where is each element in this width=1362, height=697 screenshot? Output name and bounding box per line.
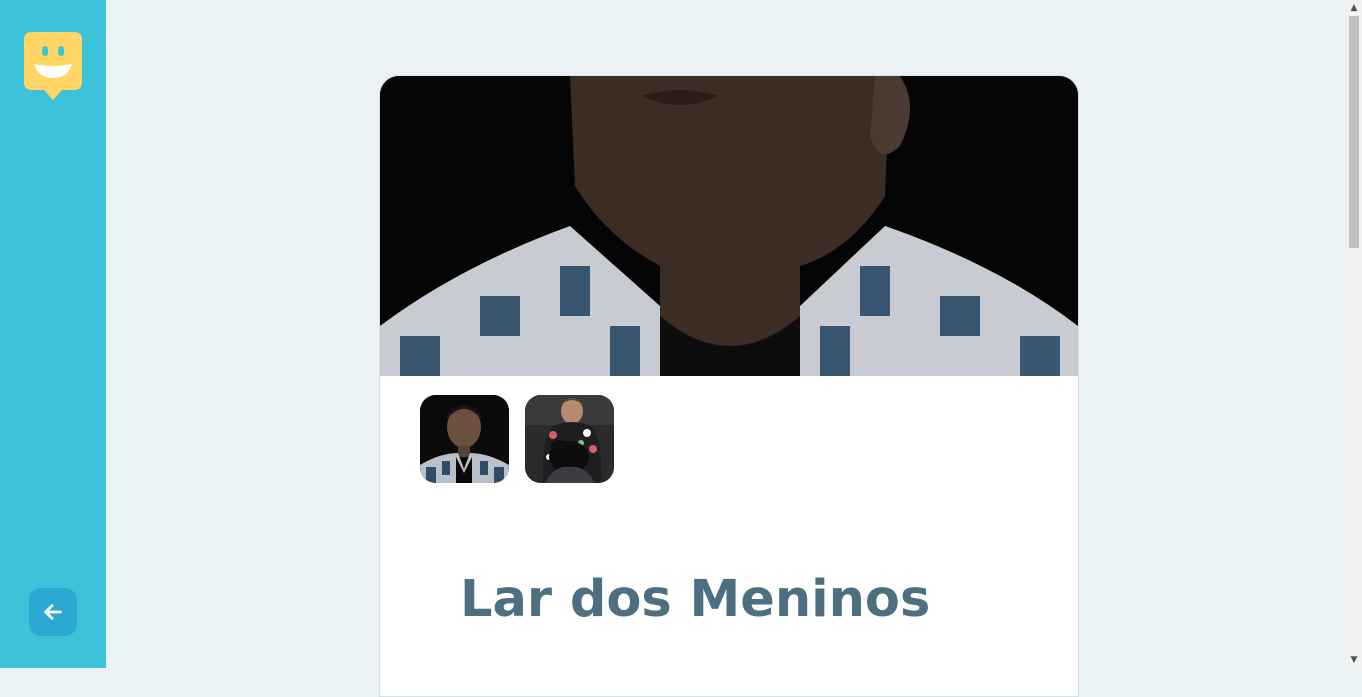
sidebar <box>0 0 106 668</box>
orphanage-image-thumbnail[interactable] <box>420 395 509 483</box>
scroll-down-arrow-icon[interactable]: ▼ <box>1346 652 1362 668</box>
orphanage-name-title: Lar dos Meninos <box>460 570 931 629</box>
orphanage-details-card: Lar dos Meninos <box>379 75 1079 697</box>
scrollbar-thumb[interactable] <box>1349 16 1359 248</box>
scroll-up-arrow-icon[interactable]: ▲ <box>1346 0 1362 16</box>
main-orphanage-image <box>380 76 1078 376</box>
main-content: Lar dos Meninos <box>106 0 1346 697</box>
back-button[interactable] <box>29 588 77 636</box>
arrow-left-icon <box>44 604 62 620</box>
orphanage-image-thumbnail[interactable] <box>525 395 614 483</box>
logo-icon[interactable] <box>22 30 84 102</box>
vertical-scrollbar[interactable]: ▲ ▼ <box>1346 0 1362 668</box>
